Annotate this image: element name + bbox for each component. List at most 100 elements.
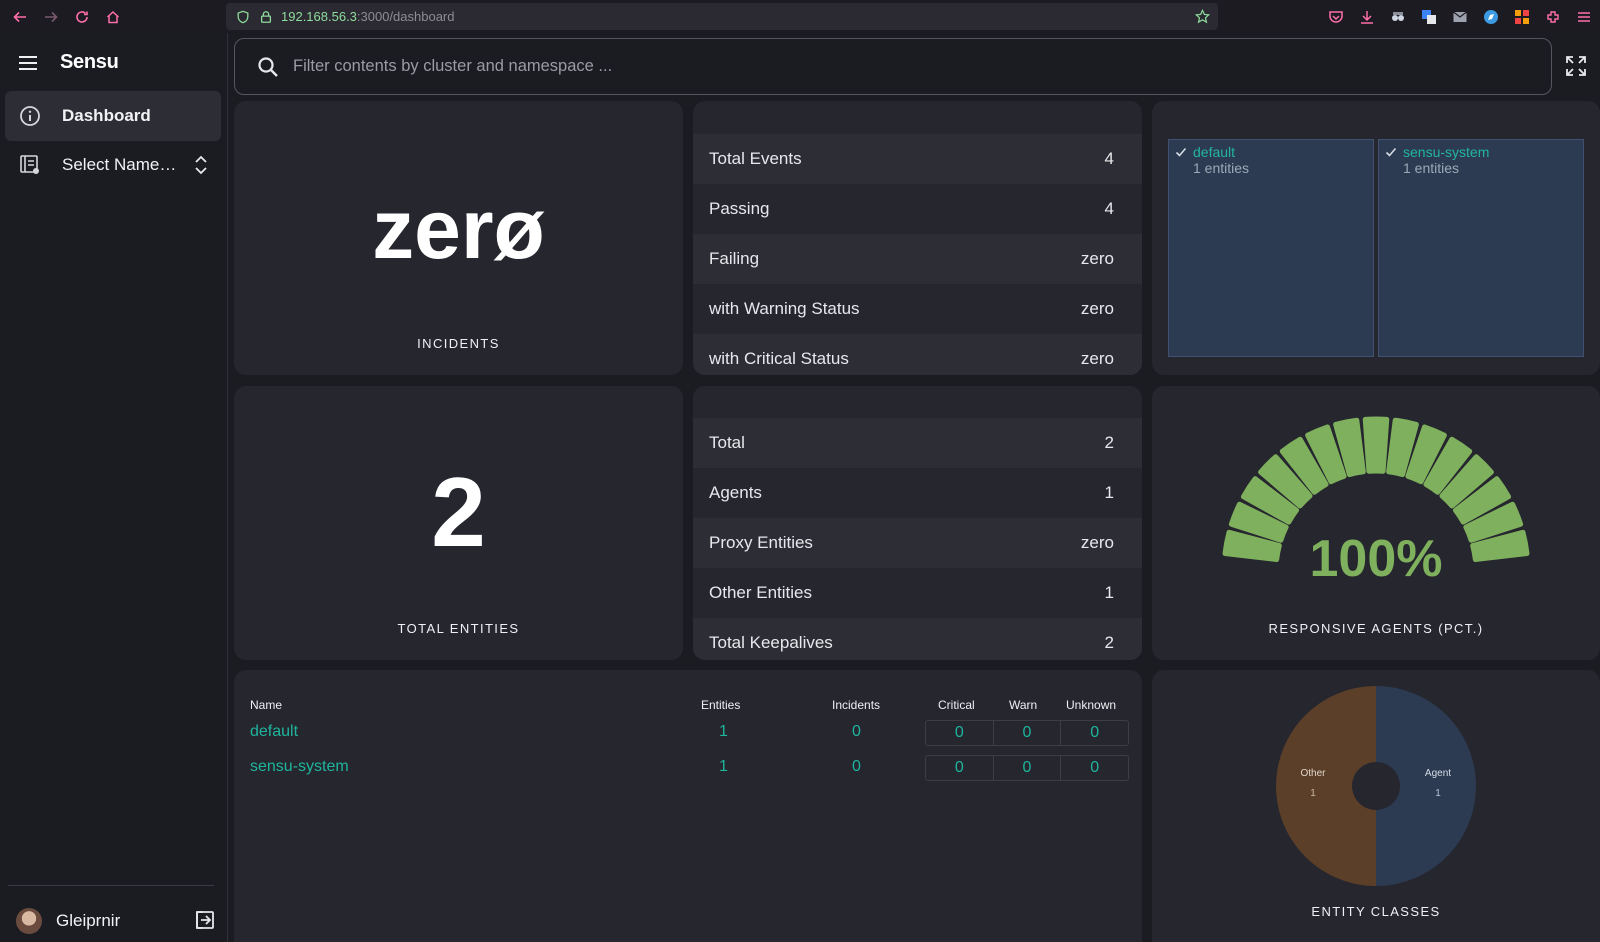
entities-breakdown-card: Total 2 Agents 1 Proxy Entities zero Other … — [693, 386, 1142, 660]
incidents-count: zerø — [372, 182, 545, 276]
col-header-critical: Critical — [938, 698, 975, 712]
namespace-selector[interactable]: Select Name… — [5, 140, 221, 190]
slice-value-agent: 1 — [1435, 788, 1441, 799]
stat-label: Passing — [709, 199, 770, 218]
stat-value: zero — [1080, 299, 1114, 318]
compass-extension-icon[interactable] — [1480, 6, 1501, 27]
incidents-caption: INCIDENTS — [417, 336, 500, 351]
stat-label: Total Events — [709, 149, 802, 168]
namespace-selector-label: Select Name… — [62, 155, 177, 174]
cell-incidents[interactable]: 0 — [852, 723, 861, 741]
brand: Sensu — [18, 51, 119, 74]
namespaces-treemap-card: default 1 entities sensu-system 1 entiti… — [1152, 101, 1600, 375]
cell-unknown[interactable]: 0 — [1061, 721, 1128, 745]
events-card: Total Events 4 Passing 4 Failing zero with … — [693, 101, 1142, 375]
cell-critical[interactable]: 0 — [926, 756, 994, 780]
total-entities-card: 2 TOTAL ENTITIES — [234, 386, 683, 660]
namespace-link-default[interactable]: default — [250, 723, 298, 741]
cell-unknown[interactable]: 0 — [1061, 756, 1128, 780]
reload-icon[interactable] — [71, 6, 93, 28]
events-row-passing: Passing 4 — [693, 184, 1142, 234]
stat-value: 2 — [1104, 633, 1114, 652]
stat-value: zero — [1080, 533, 1114, 552]
avatar — [16, 908, 42, 934]
treemap-cell-default[interactable]: default 1 entities — [1168, 139, 1374, 357]
gauge-value: 100% — [1310, 530, 1443, 588]
logout-icon[interactable] — [194, 909, 216, 931]
sidebar: Sensu Dashboard Select Name… Gleiprnir — [0, 33, 228, 942]
col-header-name: Name — [250, 698, 283, 712]
entities-row-keepalives: Total Keepalives 2 — [693, 618, 1142, 660]
namespace-icon — [18, 153, 42, 177]
forward-icon[interactable] — [40, 6, 62, 28]
entities-row-total: Total 2 — [693, 418, 1142, 468]
grid-extension-icon[interactable] — [1511, 6, 1532, 27]
cell-entities[interactable]: 1 — [719, 758, 728, 776]
stat-value: 4 — [1104, 199, 1114, 218]
stat-value: 1 — [1104, 583, 1114, 602]
events-row-warning: with Warning Status zero — [693, 284, 1142, 334]
stat-value: zero — [1080, 249, 1114, 268]
brand-title: Sensu — [60, 51, 119, 73]
address-bar[interactable]: 192.168.56.3:3000/dashboard — [226, 3, 1218, 30]
col-header-entities: Entities — [701, 698, 741, 712]
stat-value: zero — [1080, 349, 1114, 368]
hamburger-icon[interactable] — [18, 55, 38, 71]
menu-icon[interactable] — [1573, 6, 1594, 27]
status-counts: 0 0 0 — [925, 720, 1129, 746]
pocket-icon[interactable] — [1325, 6, 1346, 27]
check-icon — [1385, 147, 1397, 157]
stat-label: Failing — [709, 249, 760, 268]
total-entities-count: 2 — [431, 457, 486, 567]
gauge-segment — [1362, 416, 1390, 474]
cell-critical[interactable]: 0 — [926, 721, 994, 745]
download-icon[interactable] — [1356, 6, 1377, 27]
status-counts: 0 0 0 — [925, 755, 1129, 781]
events-row-critical: with Critical Status zero — [693, 334, 1142, 375]
stat-label: Proxy Entities — [709, 533, 813, 552]
responsive-agents-card: 100% RESPONSIVE AGENTS (PCT.) — [1152, 386, 1600, 660]
donut-slice-other[interactable] — [1276, 686, 1376, 886]
sidebar-item-dashboard[interactable]: Dashboard — [5, 91, 221, 141]
url-text: 192.168.56.3:3000/dashboard — [281, 9, 455, 24]
entities-row-proxy: Proxy Entities zero — [693, 518, 1142, 568]
search-bar — [234, 38, 1552, 95]
events-row-total: Total Events 4 — [693, 134, 1142, 184]
slice-label-agent: Agent — [1425, 768, 1451, 779]
cell-warn[interactable]: 0 — [994, 756, 1062, 780]
cell-entities[interactable]: 1 — [719, 723, 728, 741]
entity-classes-donut: Other 1 Agent 1 — [1276, 686, 1476, 886]
lock-icon — [260, 10, 272, 23]
extensions-icon[interactable] — [1542, 6, 1563, 27]
spy-extension-icon[interactable] — [1387, 6, 1408, 27]
col-header-unknown: Unknown — [1066, 698, 1117, 712]
entity-classes-card: Other 1 Agent 1 ENTITY CLASSES — [1152, 670, 1600, 942]
fullscreen-icon[interactable] — [1564, 54, 1588, 78]
cell-incidents[interactable]: 0 — [852, 758, 861, 776]
translate-icon[interactable] — [1418, 6, 1439, 27]
sidebar-divider — [8, 885, 214, 886]
url-host: 192.168.56.3 — [281, 9, 357, 24]
stat-label: Agents — [709, 483, 762, 502]
total-entities-caption: TOTAL ENTITIES — [397, 621, 520, 636]
treemap-cell-sensu-system[interactable]: sensu-system 1 entities — [1378, 139, 1584, 357]
stat-label: with Warning Status — [709, 299, 860, 318]
col-header-warn: Warn — [1009, 698, 1038, 712]
unfold-icon — [195, 155, 207, 175]
cell-warn[interactable]: 0 — [994, 721, 1062, 745]
shield-icon — [237, 10, 249, 23]
search-icon — [258, 56, 278, 77]
namespace-link-sensu-system[interactable]: sensu-system — [250, 758, 349, 776]
bookmark-star-icon[interactable] — [1195, 9, 1210, 24]
responsive-agents-gauge: 100% — [1222, 416, 1530, 588]
home-icon[interactable] — [102, 6, 124, 28]
mail-icon[interactable] — [1449, 6, 1470, 27]
stat-value: 4 — [1104, 149, 1114, 168]
entities-row-agents: Agents 1 — [693, 468, 1142, 518]
donut-slice-agent[interactable] — [1376, 686, 1476, 886]
user-profile[interactable]: Gleiprnir — [16, 901, 216, 941]
search-input[interactable] — [293, 57, 1551, 76]
back-icon[interactable] — [9, 6, 31, 28]
incidents-card: zerø INCIDENTS — [234, 101, 683, 375]
check-icon — [1175, 147, 1187, 157]
